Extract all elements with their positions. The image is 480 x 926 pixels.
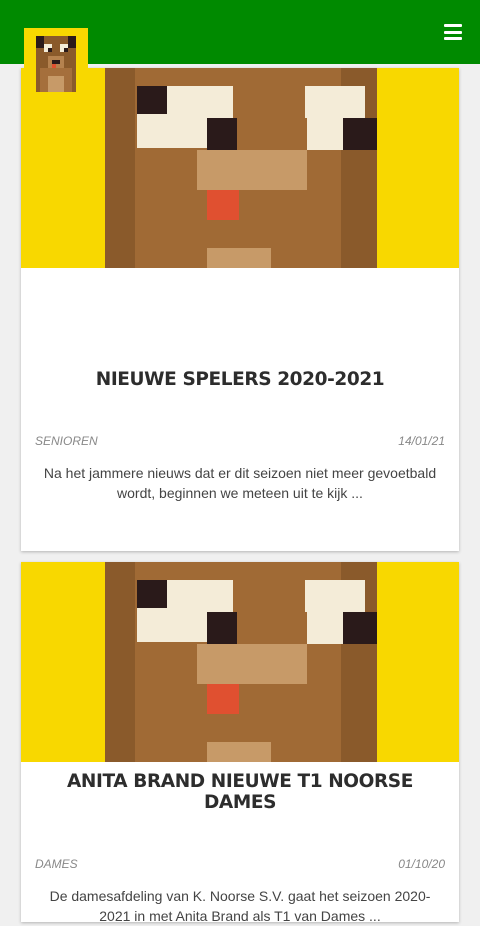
- article-meta: SENIOREN 14/01/21: [21, 434, 459, 448]
- article-excerpt: De damesafdeling van K. Noorse S.V. gaat…: [49, 888, 431, 924]
- article-category[interactable]: DAMES: [35, 857, 78, 871]
- article-title[interactable]: ANITA BRAND NIEUWE T1 NOORSE DAMES: [21, 771, 459, 813]
- news-card[interactable]: NIEUWE SPELERS 2020-2021 SENIOREN 14/01/…: [21, 68, 459, 551]
- club-logo[interactable]: [24, 28, 88, 92]
- pixel-dog-logo-icon: [24, 28, 88, 92]
- article-image[interactable]: [21, 68, 459, 268]
- article-date: 01/10/20: [398, 857, 445, 871]
- hamburger-menu-icon[interactable]: [444, 24, 462, 40]
- article-meta: DAMES 01/10/20: [21, 857, 459, 871]
- article-date: 14/01/21: [398, 434, 445, 448]
- article-title[interactable]: NIEUWE SPELERS 2020-2021: [21, 369, 459, 390]
- article-excerpt: Na het jammere nieuws dat er dit seizoen…: [43, 465, 437, 501]
- article-category[interactable]: SENIOREN: [35, 434, 98, 448]
- article-image[interactable]: [21, 562, 459, 762]
- news-card[interactable]: ANITA BRAND NIEUWE T1 NOORSE DAMES DAMES…: [21, 562, 459, 924]
